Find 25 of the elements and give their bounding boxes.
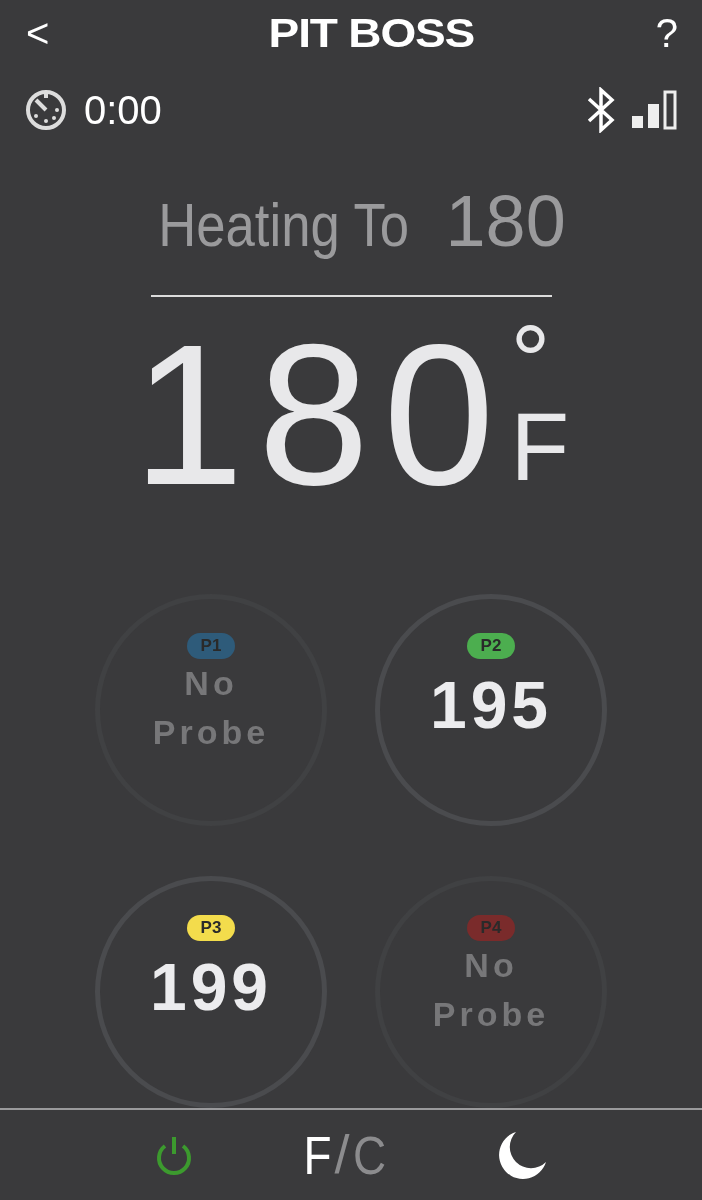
degree-symbol: ° bbox=[510, 324, 551, 395]
probe-reading: 195 bbox=[429, 666, 553, 744]
moon-button[interactable] bbox=[496, 1129, 549, 1180]
probe-reading: 199 bbox=[149, 948, 273, 1026]
probe-gauge[interactable]: P2 195 bbox=[375, 593, 607, 826]
timer-value: 0:00 bbox=[84, 87, 162, 135]
probe-badge: P1 bbox=[187, 632, 235, 659]
probe-badge: P4 bbox=[467, 914, 515, 941]
unit-separator: / bbox=[334, 1123, 350, 1187]
target-temperature: 180 bbox=[445, 179, 566, 263]
probe-reading: No Probe bbox=[431, 944, 551, 1035]
signal-icon bbox=[632, 90, 678, 131]
bluetooth-icon bbox=[586, 87, 616, 134]
probe-badge: P3 bbox=[187, 914, 235, 941]
heating-label: Heating To bbox=[158, 188, 410, 261]
timer-icon bbox=[24, 88, 68, 133]
current-temperature: 180 bbox=[132, 324, 509, 514]
help-button[interactable]: ? bbox=[655, 12, 678, 53]
probe-badge: P2 bbox=[467, 632, 515, 659]
probe-gauge[interactable]: P3 199 bbox=[95, 875, 327, 1108]
back-button[interactable]: < bbox=[26, 12, 50, 53]
probe-reading: No Probe bbox=[151, 662, 271, 753]
logo: PIT BOSS bbox=[268, 9, 475, 57]
unit-toggle[interactable]: F bbox=[303, 1127, 332, 1182]
temperature-unit: F bbox=[510, 398, 570, 495]
